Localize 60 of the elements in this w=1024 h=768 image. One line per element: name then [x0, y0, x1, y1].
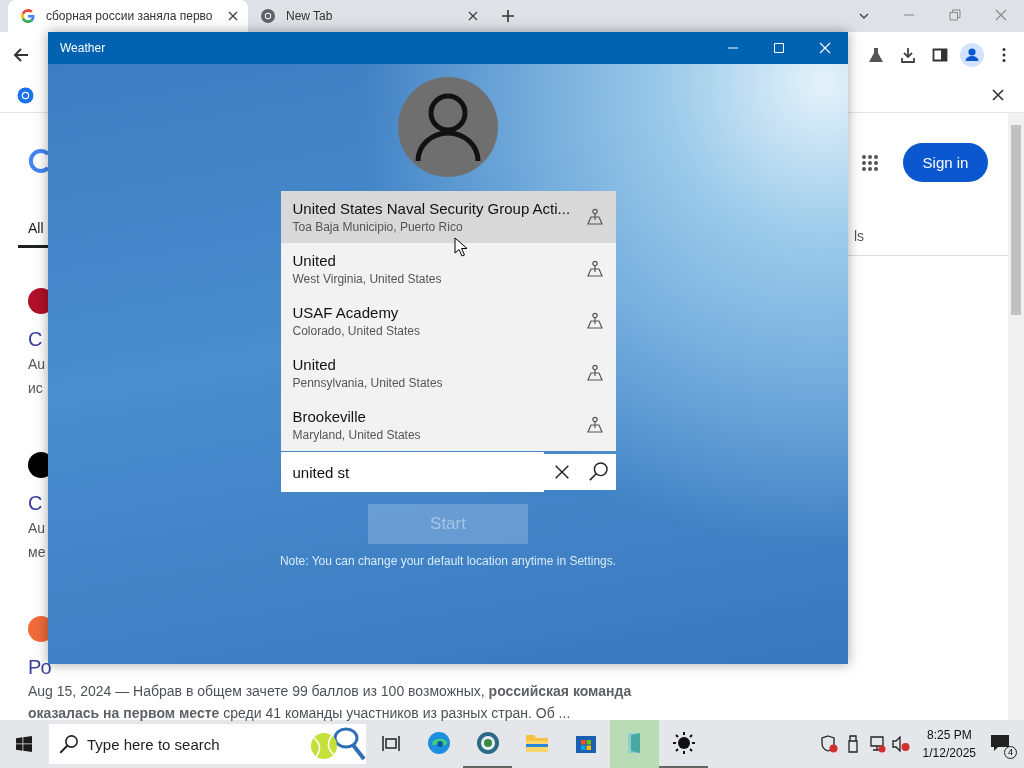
- result-title[interactable]: С: [28, 326, 43, 352]
- side-panel-icon[interactable]: [932, 47, 948, 63]
- tab-title: New Tab: [286, 9, 334, 23]
- search-icon[interactable]: [49, 724, 87, 764]
- sign-in-button[interactable]: Sign in: [903, 143, 988, 182]
- download-icon[interactable]: [900, 47, 916, 63]
- suggestion-item[interactable]: United Pennsylvania, United States: [280, 347, 616, 399]
- new-tab-icon[interactable]: [502, 10, 514, 22]
- result-title[interactable]: Ро: [28, 654, 52, 680]
- browser-tab[interactable]: сборная россии заняла перво: [8, 0, 248, 32]
- search-field[interactable]: Type here to search: [87, 724, 306, 764]
- search-icon[interactable]: [579, 452, 616, 492]
- suggestion-item[interactable]: Brookeville Maryland, United States: [280, 399, 616, 451]
- suggestion-item[interactable]: USAF Academy Colorado, United States: [280, 295, 616, 347]
- result-snippet: Au: [28, 355, 46, 374]
- map-pin-icon: [585, 312, 604, 330]
- tennis-drawing: [306, 724, 366, 764]
- result-snippet: Aug 15, 2024 — Набрав в общем зачете 99 баллов из 100 возможных, российская команда оказалась на первом месте среди 41 команды участников из разных стран. Об ...: [28, 682, 633, 723]
- close-icon[interactable]: [992, 89, 1004, 101]
- close-icon[interactable]: [468, 11, 478, 21]
- google-icon: [20, 8, 36, 24]
- result-snippet: Au: [28, 519, 46, 538]
- profile-icon[interactable]: [960, 43, 984, 67]
- notification-count: 4: [1004, 746, 1017, 759]
- task-view-icon[interactable]: [382, 735, 400, 753]
- network-icon[interactable]: [867, 735, 886, 753]
- shield-icon[interactable]: [819, 735, 838, 753]
- muted-speaker-icon[interactable]: [891, 735, 910, 753]
- settings-note: Note: You can change your default location anytime in Settings.: [279, 554, 617, 568]
- sun-icon: [671, 731, 696, 755]
- scrollbar[interactable]: [1008, 113, 1024, 720]
- location-search-field[interactable]: united st: [280, 452, 544, 492]
- result-snippet: ме: [28, 543, 46, 562]
- tab-title: сборная россии заняла перво: [46, 9, 214, 23]
- browser-tab[interactable]: New Tab: [248, 0, 488, 32]
- apps-grid-icon[interactable]: [861, 153, 879, 172]
- notification-icon[interactable]: [990, 733, 1010, 753]
- close-icon[interactable]: [228, 11, 238, 21]
- globe-icon: [475, 731, 500, 755]
- result-title[interactable]: С: [28, 490, 43, 516]
- google-logo-icon: [28, 148, 48, 174]
- map-pin-icon: [585, 364, 604, 382]
- flask-icon[interactable]: [868, 47, 884, 63]
- mouse-cursor-icon: [454, 237, 468, 257]
- map-pin-icon: [585, 416, 604, 434]
- chrome-icon: [260, 8, 276, 24]
- browser-icon: [426, 731, 451, 755]
- map-pin-icon: [585, 208, 604, 226]
- suggestion-item[interactable]: United West Virginia, United States: [280, 243, 616, 295]
- result-snippet: ис: [28, 379, 43, 398]
- window-title: Weather: [60, 41, 106, 55]
- map-pin-icon: [585, 260, 604, 278]
- clock-date[interactable]: 1/12/2025: [922, 744, 976, 762]
- restore-icon[interactable]: [949, 9, 961, 21]
- chrome-icon: [17, 86, 34, 104]
- back-arrow-icon[interactable]: [13, 47, 29, 63]
- suggestion-item[interactable]: United States Naval Security Group Acti... Toa Baja Municipio, Puerto Rico: [280, 191, 616, 243]
- windows-start-icon[interactable]: [16, 736, 32, 752]
- clock-time[interactable]: 8:25 PM: [926, 726, 972, 744]
- user-avatar-icon: [398, 77, 498, 177]
